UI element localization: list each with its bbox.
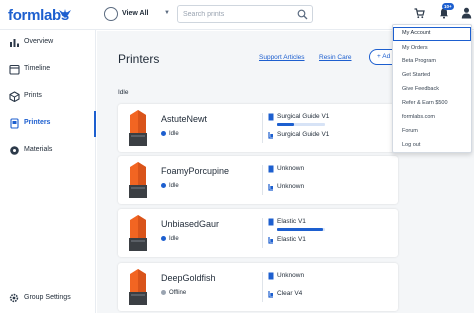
divider (262, 165, 263, 195)
section-label-idle: Idle (118, 89, 129, 96)
sidebar-item-label: Overview (24, 38, 54, 45)
printer-thumbnail (129, 110, 147, 146)
overview-icon (10, 39, 19, 47)
menu-item-my-orders[interactable]: My Orders (394, 42, 470, 55)
sidebar-item-label: Prints (24, 92, 42, 99)
workspace-avatar[interactable] (104, 7, 118, 21)
resin-tank-material: Unknown (277, 272, 305, 279)
printer-name: DeepGoldfish (161, 273, 216, 283)
resin-tank-icon (268, 272, 274, 280)
cartridge-material: Elastic V1 (277, 236, 306, 243)
search-input[interactable] (183, 9, 293, 20)
status-dot (161, 131, 166, 136)
printer-status: Offline (161, 290, 186, 296)
cartridge-icon (268, 184, 273, 191)
printer-thumbnail (129, 215, 147, 251)
resin-level-bar (277, 228, 325, 231)
sidebar-item-prints[interactable]: Prints (0, 84, 96, 110)
sidebar-item-label: Materials (24, 146, 53, 153)
resin-care-link[interactable]: Resin Care (319, 54, 352, 61)
cartridge-material: Unknown (277, 183, 305, 190)
support-articles-link[interactable]: Support Articles (259, 54, 305, 61)
menu-item-get-started[interactable]: Get Started (394, 69, 470, 82)
sidebar: Overview Timeline Prints Printers Materi… (0, 30, 96, 313)
printer-status: Idle (161, 183, 179, 189)
view-all-dropdown[interactable]: View All (122, 10, 148, 17)
menu-item-formlabs-com[interactable]: formlabs.com (394, 111, 470, 124)
formlabs-bird-icon (59, 9, 71, 18)
cart-icon[interactable] (414, 8, 425, 19)
cartridge-material: Surgical Guide V1 (277, 131, 330, 138)
cartridge-icon (268, 291, 273, 298)
resin-tank-icon (268, 113, 274, 121)
printers-icon (10, 118, 19, 129)
printer-name: AstuteNewt (161, 114, 208, 124)
status-text: Idle (169, 236, 179, 243)
printer-name: UnbiasedGaur (161, 219, 220, 229)
sidebar-item-group-settings[interactable]: Group Settings (0, 288, 96, 308)
user-menu: My Account My Orders Beta Program Get St… (392, 24, 472, 153)
notification-badge: 10+ (442, 3, 454, 10)
status-text: Offline (169, 290, 187, 297)
status-dot (161, 183, 166, 188)
menu-item-give-feedback[interactable]: Give Feedback (394, 83, 470, 96)
timeline-icon (9, 64, 20, 75)
printer-status: Idle (161, 236, 179, 242)
divider (262, 272, 263, 302)
resin-tank-icon (268, 165, 274, 173)
cartridge-material: Clear V4 (277, 290, 303, 297)
resin-tank-material: Unknown (277, 165, 305, 172)
status-text: Idle (169, 131, 179, 138)
gear-icon (9, 293, 19, 303)
menu-item-beta-program[interactable]: Beta Program (394, 55, 470, 68)
printer-status: Idle (161, 131, 179, 137)
resin-level-fill (277, 228, 323, 231)
printer-card[interactable]: DeepGoldfish Offline Unknown Clear V4 (118, 263, 398, 311)
sidebar-item-timeline[interactable]: Timeline (0, 57, 96, 83)
resin-tank-material: Elastic V1 (277, 218, 306, 225)
cartridge-icon (268, 237, 273, 244)
materials-icon (10, 146, 19, 155)
menu-item-log-out[interactable]: Log out (394, 139, 470, 152)
prints-icon (9, 91, 20, 102)
sidebar-item-materials[interactable]: Materials (0, 138, 96, 164)
printer-card[interactable]: FoamyPorcupine Idle Unknown Unknown (118, 156, 398, 204)
search-icon[interactable] (297, 9, 308, 20)
group-settings-label: Group Settings (24, 294, 71, 301)
printer-card[interactable]: UnbiasedGaur Idle Elastic V1 Elastic V1 (118, 209, 398, 257)
resin-tank-material: Surgical Guide V1 (277, 113, 330, 120)
printer-name: FoamyPorcupine (161, 166, 230, 176)
status-text: Idle (169, 183, 179, 190)
printer-thumbnail (129, 162, 147, 198)
divider (262, 218, 263, 248)
printer-card[interactable]: AstuteNewt Idle Surgical Guide V1 Surgic… (118, 104, 398, 152)
divider (262, 113, 263, 143)
sidebar-item-label: Printers (24, 119, 51, 126)
menu-item-my-account[interactable]: My Account (393, 27, 471, 41)
menu-item-forum[interactable]: Forum (394, 125, 470, 138)
menu-item-refer-earn[interactable]: Refer & Earn $500 (394, 97, 470, 110)
sidebar-item-label: Timeline (24, 65, 51, 72)
sidebar-item-printers[interactable]: Printers (0, 111, 96, 137)
status-dot (161, 290, 166, 295)
printer-thumbnail (129, 269, 147, 305)
resin-level-bar (277, 123, 325, 126)
resin-tank-icon (268, 218, 274, 226)
sidebar-item-overview[interactable]: Overview (0, 30, 96, 56)
resin-level-fill (277, 123, 294, 126)
cartridge-icon (268, 132, 273, 139)
chevron-down-icon[interactable]: ▼ (164, 10, 170, 16)
page-title: Printers (118, 52, 160, 66)
user-icon[interactable] (461, 7, 472, 19)
search-field[interactable] (177, 5, 313, 23)
status-dot (161, 236, 166, 241)
